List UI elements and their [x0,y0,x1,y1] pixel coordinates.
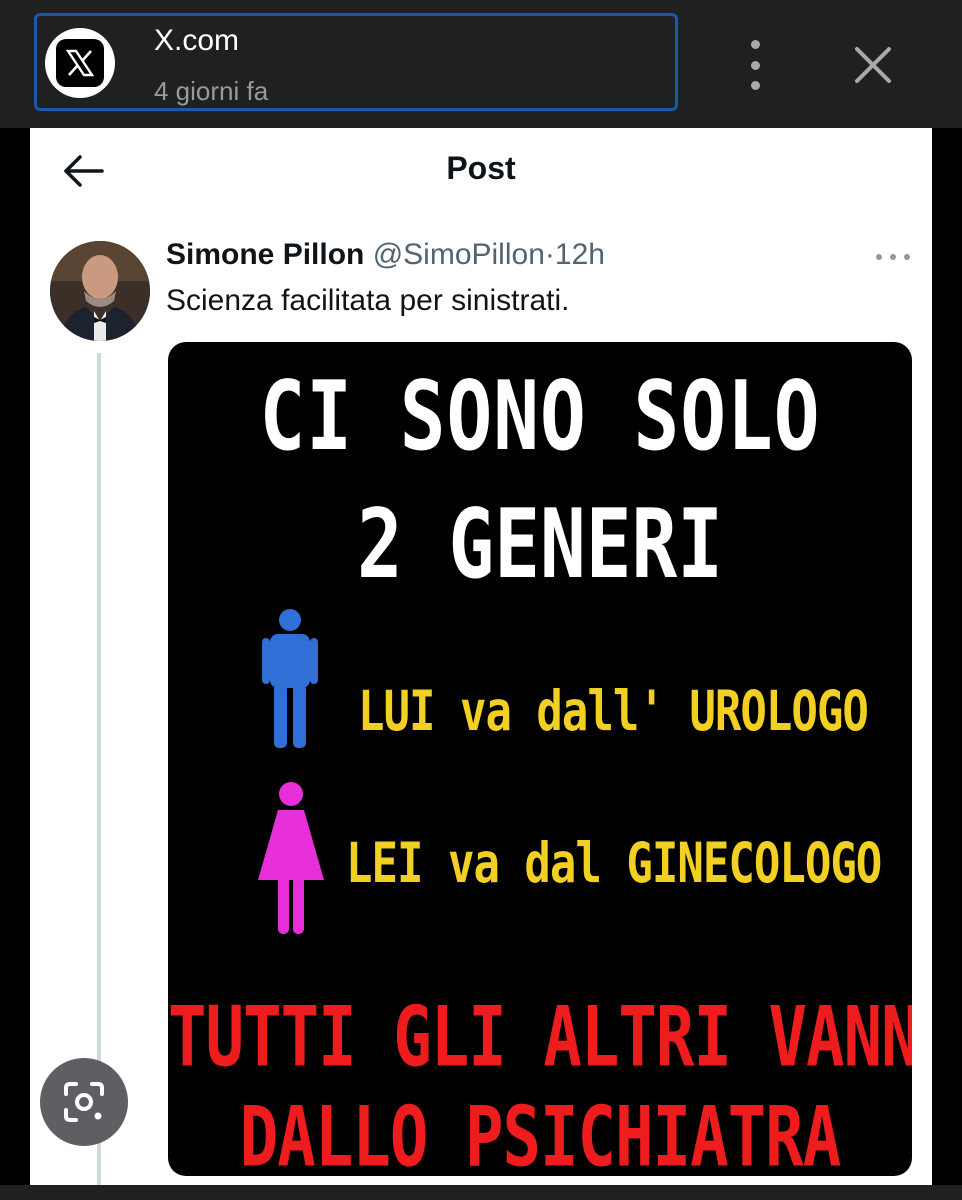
female-figure-icon [256,782,326,938]
post-panel: Post Simone Pillon @SimoPillon·12h Scien… [30,128,932,1185]
site-subtitle: 4 giorni fa [154,76,269,106]
post-image[interactable]: CI SONO SOLO 2 GENERI LUI va dall' UROLO… [168,342,912,1176]
meme-title-line-1: CI SONO SOLO [259,360,821,472]
lens-search-icon[interactable] [40,1058,128,1146]
close-icon[interactable] [852,44,894,86]
meme-bottom-line-1: TUTTI GLI ALTRI VANNO [168,990,912,1087]
more-vertical-icon[interactable] [740,40,770,90]
avatar[interactable] [50,241,150,341]
author-handle[interactable]: @SimoPillon [373,238,545,271]
browser-top-bar: X.com 4 giorni fa [0,0,962,128]
more-horizontal-icon[interactable] [876,250,910,264]
tweet-header: Simone Pillon @SimoPillon·12h [166,238,605,272]
tweet-text: Scienza facilitata per sinistrati. [166,284,570,317]
separator-dot: · [544,238,555,271]
site-info-box[interactable]: X.com 4 giorni fa [34,13,678,111]
meme-bottom-line-2: DALLO PSICHIATRA [239,1090,842,1176]
post-time[interactable]: 12h [555,238,605,271]
meme-title-line-2: 2 GENERI [356,488,724,600]
author-name[interactable]: Simone Pillon [166,238,364,271]
male-caption: LUI va dall' UROLOGO [358,680,869,744]
female-caption: LEI va dal GINECOLOGO [346,832,882,896]
site-title: X.com [154,24,240,57]
male-figure-icon [262,608,318,754]
x-logo-icon [45,28,115,98]
bottom-bar [0,1185,962,1200]
page-title: Post [446,150,516,186]
